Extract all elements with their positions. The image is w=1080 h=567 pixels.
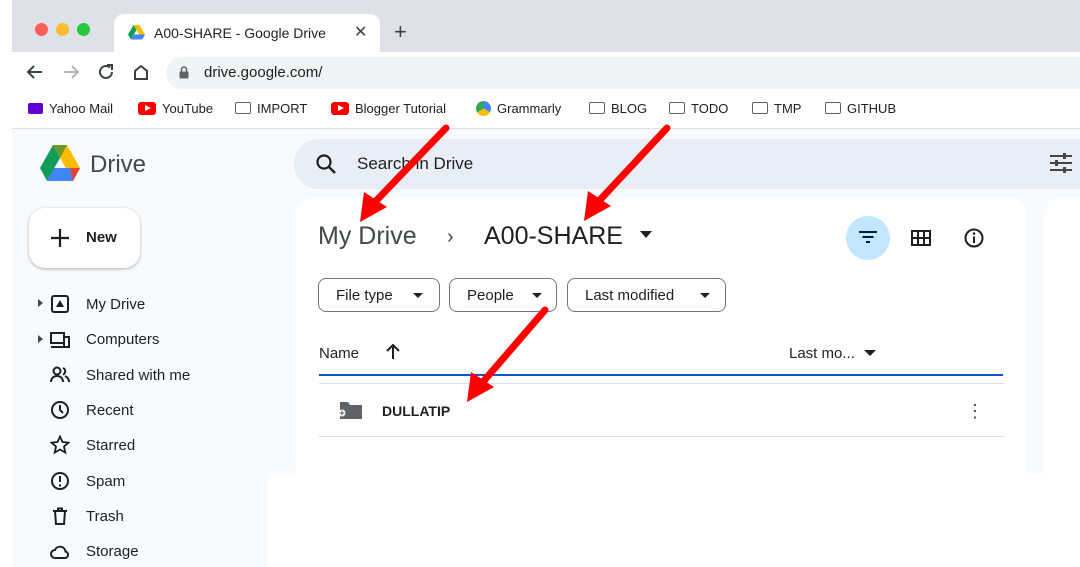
annotation-arrow-2 [584, 124, 671, 221]
annotation-arrow-1 [360, 124, 450, 222]
annotation-arrows [360, 124, 671, 402]
annotation-arrow-3 [467, 306, 549, 402]
